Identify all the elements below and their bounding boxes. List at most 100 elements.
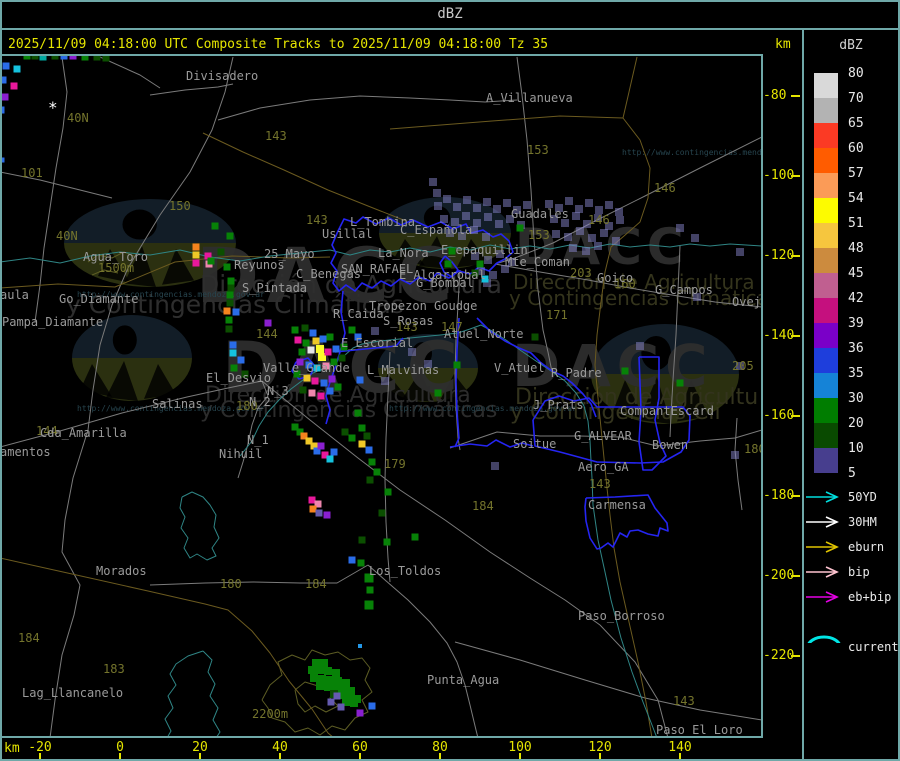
svg-text:Lag_Llancanelo: Lag_Llancanelo <box>22 686 123 700</box>
scale-value: 70 <box>848 91 864 106</box>
frame-left <box>0 0 2 761</box>
svg-text:150: 150 <box>169 199 191 213</box>
bottom-axis-tick <box>199 753 201 759</box>
svg-text:143: 143 <box>265 129 287 143</box>
scale-swatch <box>814 248 838 273</box>
scale-swatch <box>814 123 838 148</box>
svg-text:Usillal: Usillal <box>322 227 373 241</box>
right-axis-tick-label: -160 <box>763 408 795 423</box>
scale-value: 48 <box>848 241 864 256</box>
right-axis-tick <box>791 175 800 177</box>
svg-text:Pampa_Diamante: Pampa_Diamante <box>2 315 103 329</box>
svg-text:Reyunos: Reyunos <box>234 258 285 272</box>
svg-text:amentos: amentos <box>0 445 51 459</box>
svg-text:144: 144 <box>256 327 278 341</box>
panel-divider <box>802 28 804 761</box>
right-axis-tick <box>791 415 800 417</box>
scale-value: 80 <box>848 66 864 81</box>
svg-text:Paso_Borroso: Paso_Borroso <box>578 609 665 623</box>
svg-text:153: 153 <box>527 143 549 157</box>
svg-text:180: 180 <box>744 442 762 456</box>
svg-text:Valle_Grande: Valle_Grande <box>263 361 350 375</box>
scale-value: 45 <box>848 266 864 281</box>
scale-value: 51 <box>848 216 864 231</box>
right-axis-tick <box>791 655 800 657</box>
scale-swatch <box>814 373 838 398</box>
svg-text:Oveje: Oveje <box>732 295 762 309</box>
bottom-axis-tick <box>679 753 681 759</box>
svg-text:153: 153 <box>528 228 550 242</box>
scale-value: 30 <box>848 391 864 406</box>
svg-text:E_Escorial: E_Escorial <box>341 336 413 350</box>
svg-text:S_Pintada: S_Pintada <box>242 281 307 295</box>
scale-value: 5 <box>848 466 856 481</box>
svg-text:N_1: N_1 <box>247 433 269 447</box>
scale-swatch <box>814 348 838 373</box>
right-axis-tick-label: -80 <box>763 88 787 103</box>
svg-text:El_Desvio: El_Desvio <box>206 371 271 385</box>
legend-label-eburn: eburn <box>848 540 885 554</box>
svg-text:101: 101 <box>21 166 43 180</box>
svg-text:G_Bombal: G_Bombal <box>416 276 474 290</box>
svg-text:179: 179 <box>384 457 406 471</box>
svg-text:Los_Toldos: Los_Toldos <box>369 564 441 578</box>
right-axis-tick <box>791 255 800 257</box>
svg-text:Tropezon Goudge: Tropezon Goudge <box>369 299 477 313</box>
svg-text:G_Campos: G_Campos <box>655 283 713 297</box>
right-axis-tick <box>791 575 800 577</box>
frame-top <box>0 0 900 2</box>
scale-swatch <box>814 323 838 348</box>
svg-text:Salinas: Salinas <box>152 397 203 411</box>
scale-value: 20 <box>848 416 864 431</box>
scale-swatch <box>814 173 838 198</box>
svg-text:Cda_Amarilla: Cda_Amarilla <box>40 426 127 440</box>
svg-text:Go_Diamante: Go_Diamante <box>59 292 138 306</box>
svg-text:146: 146 <box>588 213 610 227</box>
scale-swatch <box>814 98 838 123</box>
window-title: dBZ <box>437 6 463 22</box>
svg-text:Soitue: Soitue <box>513 437 556 451</box>
scale-value: 42 <box>848 291 864 306</box>
svg-text:40N: 40N <box>56 229 78 243</box>
svg-text:143: 143 <box>306 213 328 227</box>
bottom-axis-tick <box>119 753 121 759</box>
svg-text:Morados: Morados <box>96 564 147 578</box>
svg-text:203: 203 <box>570 266 592 280</box>
svg-text:R_Padre: R_Padre <box>551 366 602 380</box>
bottom-axis-tick <box>519 753 521 759</box>
svg-text:V_Atuel: V_Atuel <box>494 361 545 375</box>
right-axis-tick <box>791 95 800 97</box>
radar-map-canvas[interactable]: DACC DACCDACC DACCDirección de Agricultura… <box>0 55 762 737</box>
radar-app-window: DACC DACC DACC DACC Dirección de Agricultura… <box>0 0 900 761</box>
scale-swatch <box>814 198 838 223</box>
svg-text:2200m: 2200m <box>252 707 288 721</box>
map-bottom-border <box>0 736 763 738</box>
svg-text:Goico: Goico <box>597 271 633 285</box>
svg-text:183: 183 <box>103 662 125 676</box>
scale-swatch <box>814 148 838 173</box>
legend-label-current: current <box>848 640 899 654</box>
svg-text:aula: aula <box>0 288 29 302</box>
km-unit-label: km <box>775 37 791 52</box>
svg-text:184: 184 <box>18 631 40 645</box>
svg-text:R_Caida: R_Caida <box>333 307 384 321</box>
svg-text:*: * <box>48 98 58 117</box>
svg-text:146: 146 <box>654 181 676 195</box>
header-separator <box>0 28 900 30</box>
scale-swatch <box>814 223 838 248</box>
svg-text:143: 143 <box>589 477 611 491</box>
legend-label-bip: bip <box>848 565 870 579</box>
svg-text:L_Malvinas: L_Malvinas <box>367 363 439 377</box>
scale-value: 36 <box>848 341 864 356</box>
svg-text:Guadales: Guadales <box>511 207 569 221</box>
svg-text:J_Prats: J_Prats <box>533 398 584 412</box>
legend-label-eb+bip: eb+bip <box>848 590 892 604</box>
svg-text:184: 184 <box>472 499 494 513</box>
scale-swatch <box>814 298 838 323</box>
svg-text:La_Nora: La_Nora <box>378 246 429 260</box>
svg-text:184: 184 <box>305 577 327 591</box>
svg-text:E_epaquillin: E_epaquillin <box>441 243 528 257</box>
svg-text:171: 171 <box>546 308 568 322</box>
map-right-border <box>761 54 763 738</box>
scale-value: 65 <box>848 116 864 131</box>
